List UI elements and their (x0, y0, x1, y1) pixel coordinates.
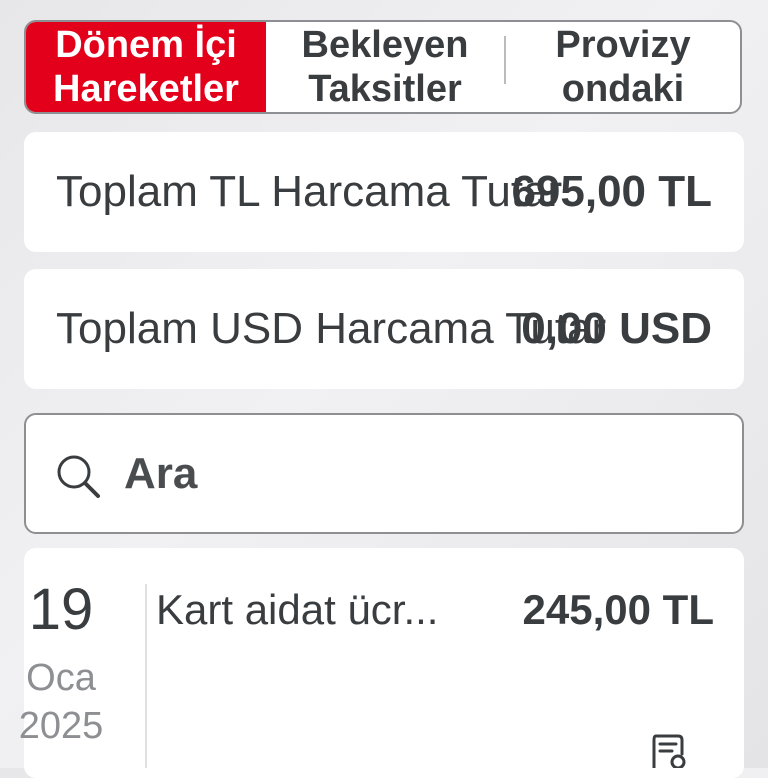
total-usd-value: 0,00 USD (521, 304, 712, 353)
total-tl-label: Toplam TL Harcama Tutar (56, 167, 563, 216)
transaction-divider (145, 584, 147, 768)
transaction-year: 2025 (18, 705, 104, 747)
transaction-list-item[interactable] (24, 548, 744, 778)
tab-label: Provizy ondaki (555, 24, 691, 110)
tab-bekleyen-taksitler[interactable]: Bekleyen Taksitler (266, 22, 504, 112)
total-usd-card: Toplam USD Harcama Tutar 0,00 USD (24, 269, 744, 389)
segmented-tabs: Dönem İçi Hareketler Bekleyen Taksitler … (24, 20, 742, 114)
search-icon (57, 455, 100, 498)
total-tl-value: 695,00 TL (511, 167, 712, 216)
transaction-day: 19 (28, 577, 94, 642)
tab-label: Bekleyen Taksitler (301, 24, 469, 110)
transaction-amount: 245,00 TL (522, 586, 714, 633)
tab-label: Dönem İçi Hareketler (53, 24, 239, 110)
transaction-description: Kart aidat ücr... (156, 586, 439, 633)
search-input[interactable]: Ara (24, 413, 744, 534)
total-tl-card: Toplam TL Harcama Tutar 695,00 TL (24, 132, 744, 252)
receipt-icon[interactable] (650, 734, 690, 768)
transaction-month: Oca (26, 657, 96, 699)
search-placeholder: Ara (124, 449, 198, 498)
tab-donem-ici-hareketler[interactable]: Dönem İçi Hareketler (26, 22, 266, 112)
tab-provizyondaki[interactable]: Provizy ondaki (506, 22, 740, 112)
